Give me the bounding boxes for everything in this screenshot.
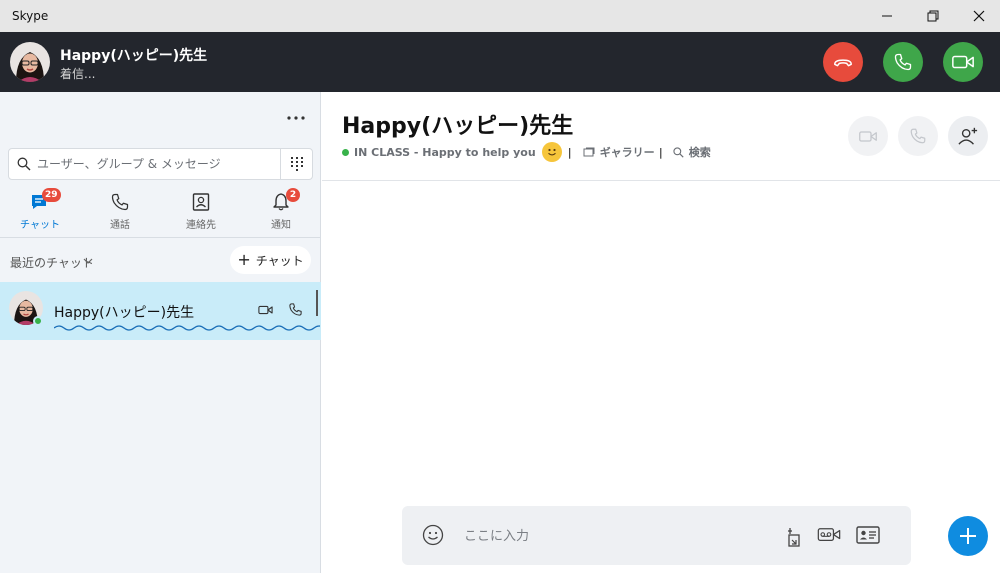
restore-button[interactable]	[910, 0, 956, 32]
call-status-text: 着信...	[60, 67, 96, 81]
add-content-button[interactable]	[948, 516, 988, 556]
video-camera-icon	[952, 55, 974, 69]
restore-icon	[927, 10, 939, 22]
video-call-icon[interactable]	[257, 304, 274, 316]
search-icon	[17, 157, 31, 171]
tab-calls-label: 通話	[110, 220, 130, 231]
plus-icon	[960, 528, 976, 544]
phone-icon	[111, 193, 129, 211]
contacts-icon	[192, 193, 210, 211]
separator: |	[567, 145, 572, 159]
search-conversation-link[interactable]: 検索	[689, 144, 711, 160]
file-share-icon[interactable]	[786, 526, 802, 548]
chat-contact-name: Happy(ハッピー)先生	[54, 305, 195, 321]
separator: |	[658, 145, 663, 159]
chat-list-item[interactable]: Happy(ハッピー)先生	[0, 282, 321, 340]
message-area	[322, 182, 1000, 502]
tab-contacts-label: 連絡先	[186, 220, 216, 231]
minimize-icon	[882, 15, 892, 17]
close-icon	[973, 10, 985, 22]
decline-call-button[interactable]	[823, 42, 863, 82]
more-dots-icon	[287, 116, 305, 120]
tab-contacts[interactable]: 連絡先	[161, 188, 241, 234]
add-people-button[interactable]	[948, 116, 988, 156]
message-input[interactable]	[464, 525, 764, 547]
gallery-icon	[583, 147, 595, 157]
add-person-icon	[958, 127, 978, 145]
conversation-title[interactable]: Happy(ハッピー)先生	[342, 108, 573, 140]
online-status-dot	[342, 148, 349, 156]
chat-list-scrollbar[interactable]	[316, 290, 318, 316]
tab-chat[interactable]: 29 チャット	[0, 188, 80, 234]
message-composer	[402, 506, 911, 565]
notifications-badge: 2	[286, 188, 300, 202]
plus-icon: +	[237, 250, 251, 269]
video-call-icon	[859, 130, 877, 142]
emoji-icon[interactable]	[422, 524, 444, 546]
header-audio-call-button[interactable]	[898, 116, 938, 156]
answer-audio-button[interactable]	[883, 42, 923, 82]
more-options-button[interactable]	[282, 108, 310, 128]
nav-tabs: 29 チャット 通話 連絡先 2 通知	[0, 188, 321, 236]
window-title: Skype	[12, 9, 49, 23]
chat-badge: 29	[42, 188, 61, 202]
video-message-icon[interactable]	[817, 527, 841, 543]
tab-chat-label: チャット	[20, 220, 60, 231]
online-status-dot	[33, 316, 43, 326]
close-button[interactable]	[956, 0, 1000, 32]
conversation-status-line: IN CLASS - Happy to help you | ギャラリー | 検…	[342, 142, 711, 162]
search-box	[8, 148, 313, 180]
gallery-link[interactable]: ギャラリー	[600, 144, 655, 160]
incoming-call-bar: Happy(ハッピー)先生 着信...	[0, 32, 1000, 92]
minimize-button[interactable]	[864, 0, 910, 32]
new-chat-label: チャット	[255, 253, 304, 268]
caller-avatar	[10, 42, 50, 82]
mood-message: IN CLASS - Happy to help you	[354, 145, 536, 159]
typing-wave	[54, 325, 320, 331]
new-chat-button[interactable]: + チャット	[230, 246, 311, 274]
chevron-down-icon[interactable]	[82, 255, 94, 267]
contact-card-icon[interactable]	[856, 526, 880, 544]
dial-pad-button[interactable]	[281, 149, 313, 179]
caller-name: Happy(ハッピー)先生	[60, 48, 208, 64]
phone-icon	[894, 53, 912, 71]
header-video-call-button[interactable]	[848, 116, 888, 156]
smile-emoji-icon	[541, 142, 562, 162]
audio-call-icon	[910, 128, 926, 144]
hang-up-icon	[834, 59, 852, 67]
conversation-header: Happy(ハッピー)先生 IN CLASS - Happy to help y…	[322, 92, 1000, 181]
dial-pad-icon	[291, 157, 303, 171]
search-icon	[673, 146, 684, 158]
tab-notifications[interactable]: 2 通知	[241, 188, 321, 234]
audio-call-icon[interactable]	[288, 302, 303, 317]
nav-divider	[0, 237, 321, 238]
tab-notifications-label: 通知	[271, 220, 291, 231]
window-titlebar: Skype	[0, 0, 1000, 32]
sidebar: 29 チャット 通話 連絡先 2 通知 最近のチャット + チャット	[0, 92, 321, 573]
search-input[interactable]	[37, 154, 277, 174]
tab-calls[interactable]: 通話	[80, 188, 160, 234]
answer-video-button[interactable]	[943, 42, 983, 82]
